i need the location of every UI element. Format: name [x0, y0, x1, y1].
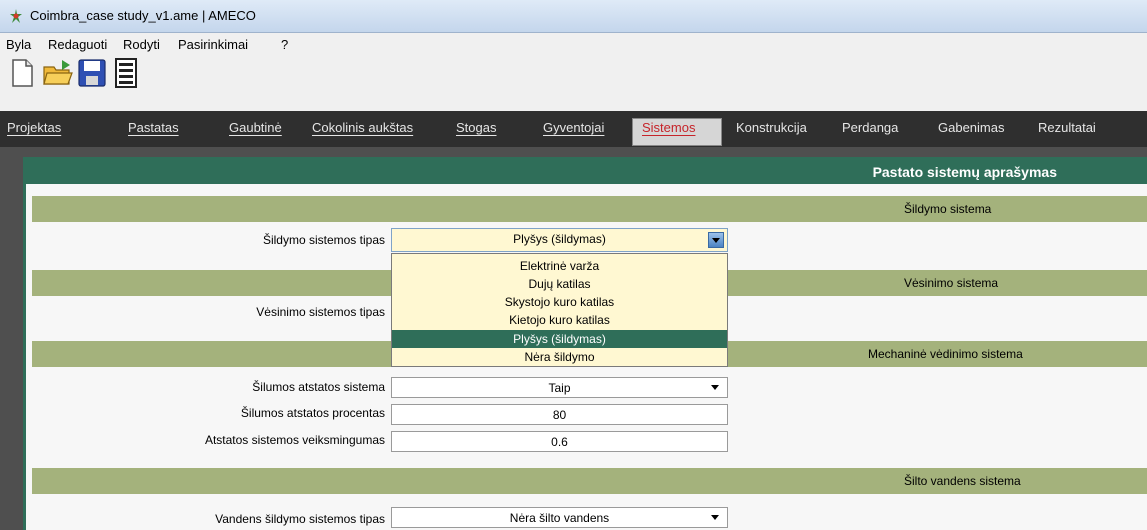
recovery-efficiency-value: 0.6	[551, 435, 568, 449]
recovery-percent-value: 80	[552, 408, 567, 422]
water-heating-type-select[interactable]: Nėra šilto vandens	[391, 507, 728, 528]
dropdown-option[interactable]: Kietojo kuro katilas	[392, 311, 727, 329]
tab-bar: Projektas Pastatas Gaubtinė Cokolinis au…	[0, 111, 1147, 147]
tab-gabenimas[interactable]: Gabenimas	[938, 120, 1004, 135]
menu-redaguoti[interactable]: Redaguoti	[48, 37, 107, 52]
heat-recovery-label: Šilumos atstatos sistema	[252, 380, 385, 394]
tab-stogas[interactable]: Stogas	[456, 120, 496, 135]
tab-projektas[interactable]: Projektas	[7, 120, 61, 135]
water-heating-type-value: Nėra šilto vandens	[509, 511, 610, 525]
open-folder-icon[interactable]	[42, 57, 74, 89]
panel-title: Pastato sistemų aprašymas	[872, 164, 1057, 180]
panel-header: Pastato sistemų aprašymas	[26, 160, 1147, 184]
menu-rodyti[interactable]: Rodyti	[123, 37, 160, 52]
toolbar	[0, 55, 1147, 111]
heating-type-select[interactable]: Plyšys (šildymas)	[391, 228, 728, 252]
dropdown-option[interactable]: Elektrinė varža	[392, 257, 727, 275]
recovery-efficiency-label: Atstatos sistemos veiksmingumas	[204, 433, 385, 447]
section-title-heating: Šildymo sistema	[904, 202, 992, 216]
title-bar: Coimbra_case study_v1.ame | AMECO	[0, 0, 1147, 33]
save-icon[interactable]	[76, 57, 108, 89]
menu-help[interactable]: ?	[281, 37, 288, 52]
heat-recovery-select[interactable]: Taip	[391, 377, 728, 398]
tab-gaubtine[interactable]: Gaubtinė	[229, 120, 282, 135]
tab-perdanga[interactable]: Perdanga	[842, 120, 898, 135]
dropdown-option[interactable]: Skystojo kuro katilas	[392, 293, 727, 311]
section-hot-water: Šilto vandens sistema	[32, 468, 1147, 494]
heat-recovery-value: Taip	[548, 381, 571, 395]
app-icon	[10, 9, 22, 23]
tab-gyventojai[interactable]: Gyventojai	[543, 120, 604, 135]
tab-pastatas[interactable]: Pastatas	[128, 120, 179, 135]
chevron-down-icon	[711, 385, 719, 390]
section-title-cooling: Vėsinimo sistema	[904, 276, 999, 290]
tab-konstrukcija[interactable]: Konstrukcija	[736, 120, 807, 135]
document-list-icon[interactable]	[110, 57, 142, 89]
tab-cokolinis-aukstas[interactable]: Cokolinis aukštas	[312, 120, 413, 135]
recovery-percent-input[interactable]: 80	[391, 404, 728, 425]
menu-bar: Byla Redaguoti Rodyti Pasirinkimai ?	[0, 33, 1147, 55]
dropdown-option[interactable]: Dujų katilas	[392, 275, 727, 293]
section-title-ventilation: Mechaninė vėdinimo sistema	[868, 347, 1023, 361]
tab-rezultatai[interactable]: Rezultatai	[1038, 120, 1096, 135]
heating-type-label: Šildymo sistemos tipas	[262, 233, 385, 247]
cooling-type-label: Vėsinimo sistemos tipas	[256, 305, 385, 319]
dropdown-button[interactable]	[708, 232, 724, 248]
heating-type-value: Plyšys (šildymas)	[513, 232, 606, 246]
recovery-efficiency-input[interactable]: 0.6	[391, 431, 728, 452]
section-heating: Šildymo sistema	[32, 196, 1147, 222]
dropdown-option-selected[interactable]: Plyšys (šildymas)	[392, 330, 727, 348]
section-title-hot-water: Šilto vandens sistema	[904, 474, 1021, 488]
recovery-percent-label: Šilumos atstatos procentas	[240, 406, 385, 420]
new-file-icon[interactable]	[6, 57, 38, 89]
heating-type-dropdown: Elektrinė varža Dujų katilas Skystojo ku…	[391, 253, 728, 367]
chevron-down-icon	[711, 515, 719, 520]
dropdown-option[interactable]: Nėra šildymo	[392, 348, 727, 366]
window-title: Coimbra_case study_v1.ame | AMECO	[30, 8, 256, 23]
menu-byla[interactable]: Byla	[6, 37, 31, 52]
tab-sistemos[interactable]: Sistemos	[642, 120, 695, 135]
menu-pasirinkimai[interactable]: Pasirinkimai	[178, 37, 248, 52]
water-heating-type-label: Vandens šildymo sistemos tipas	[215, 512, 385, 526]
